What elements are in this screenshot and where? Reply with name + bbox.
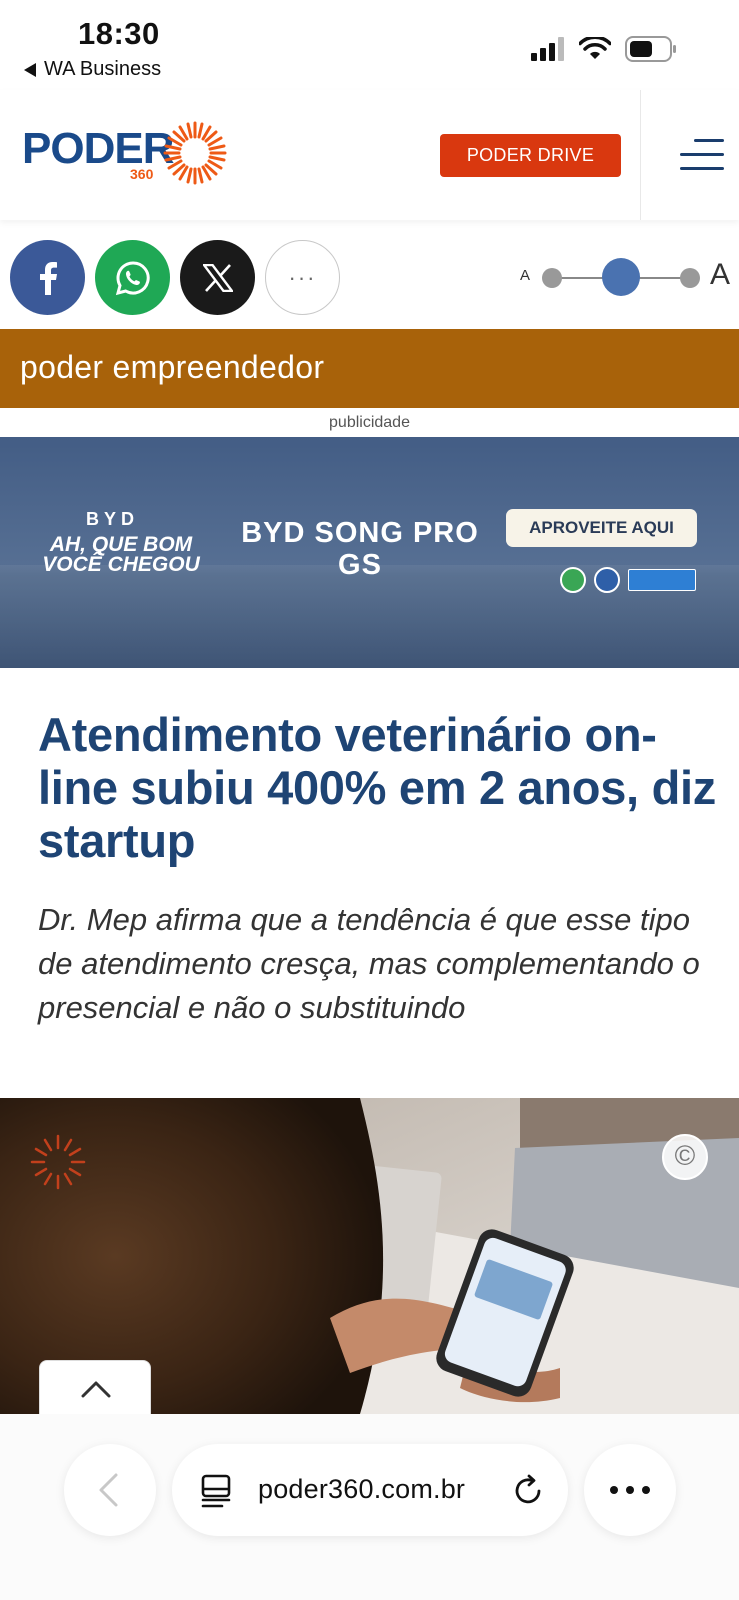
url-text: poder360.com.br [258, 1474, 466, 1504]
photo-watermark-logo-icon [30, 1134, 86, 1195]
browser-bottom-bar: poder360.com.br [0, 1414, 739, 1600]
facebook-share-button[interactable] [10, 240, 85, 315]
whatsapp-share-button[interactable] [95, 240, 170, 315]
section-title: poder empreendedor [20, 349, 325, 385]
page-icon [201, 1474, 231, 1508]
site-header: PODER 360 PODER DRIVE [0, 90, 739, 220]
ad-model: BYD SONG PRO GS [241, 517, 479, 581]
font-slider-min-dot[interactable] [542, 268, 562, 288]
font-slider-max-dot[interactable] [680, 268, 700, 288]
back-to-app-link[interactable]: WA Business [24, 58, 161, 81]
reload-icon[interactable] [512, 1474, 546, 1508]
logo-number: 360 [130, 166, 154, 182]
more-dot [610, 1486, 618, 1494]
facebook-icon [39, 261, 57, 295]
ad-slogan: AH, QUE BOM VOCÊ CHEGOU [42, 533, 200, 576]
article-headline: Atendimento veterinário on-line subiu 40… [38, 708, 716, 867]
share-row: ··· A A [0, 240, 739, 315]
ad-brand-logo: BYD [86, 509, 140, 529]
ad-banner[interactable]: BYD AH, QUE BOM VOCÊ CHEGOU BYD SONG PRO… [0, 437, 739, 668]
hamburger-menu-icon[interactable] [678, 137, 724, 173]
status-time: 18:30 [78, 16, 160, 51]
wifi-icon [579, 37, 611, 59]
font-large-label: A [709, 258, 730, 291]
more-dot [642, 1486, 650, 1494]
more-dot [626, 1486, 634, 1494]
poder-drive-button[interactable]: PODER DRIVE [440, 134, 621, 177]
font-size-slider[interactable]: A A [520, 256, 730, 300]
scroll-top-button[interactable] [39, 1360, 151, 1416]
status-icons [531, 36, 677, 62]
article-subhead: Dr. Mep afirma que a tendência é que ess… [38, 902, 700, 1025]
signal-icon [531, 37, 564, 61]
font-slider-knob[interactable] [602, 258, 640, 296]
address-bar[interactable]: poder360.com.br [172, 1444, 568, 1536]
whatsapp-icon [115, 260, 150, 295]
more-share-button[interactable]: ··· [265, 240, 340, 315]
sun-logo-icon [163, 121, 227, 185]
browser-back-button[interactable] [64, 1444, 156, 1536]
header-divider [640, 90, 641, 220]
ad-badges [560, 567, 696, 593]
back-arrow-icon [99, 1473, 118, 1507]
poder360-logo[interactable]: PODER 360 [22, 120, 227, 190]
font-small-label: A [520, 267, 531, 284]
copyright-icon[interactable]: © [662, 1134, 708, 1180]
ad-cta-button[interactable]: APROVEITE AQUI [506, 509, 697, 547]
section-band[interactable]: poder empreendedor [0, 329, 739, 408]
scroll-top-icon [81, 1381, 111, 1398]
status-bar: 18:30 WA Business [0, 0, 739, 90]
back-app-label: WA Business [44, 58, 162, 80]
ad-label: publicidade [329, 414, 410, 431]
battery-icon [625, 36, 676, 62]
ad-blue-seal-icon [594, 567, 620, 593]
back-triangle-icon [24, 62, 36, 77]
ad-green-seal-icon [560, 567, 586, 593]
x-share-button[interactable] [180, 240, 255, 315]
ad-rating-badge-icon [628, 569, 696, 591]
x-icon [202, 263, 233, 292]
browser-more-button[interactable] [584, 1444, 676, 1536]
